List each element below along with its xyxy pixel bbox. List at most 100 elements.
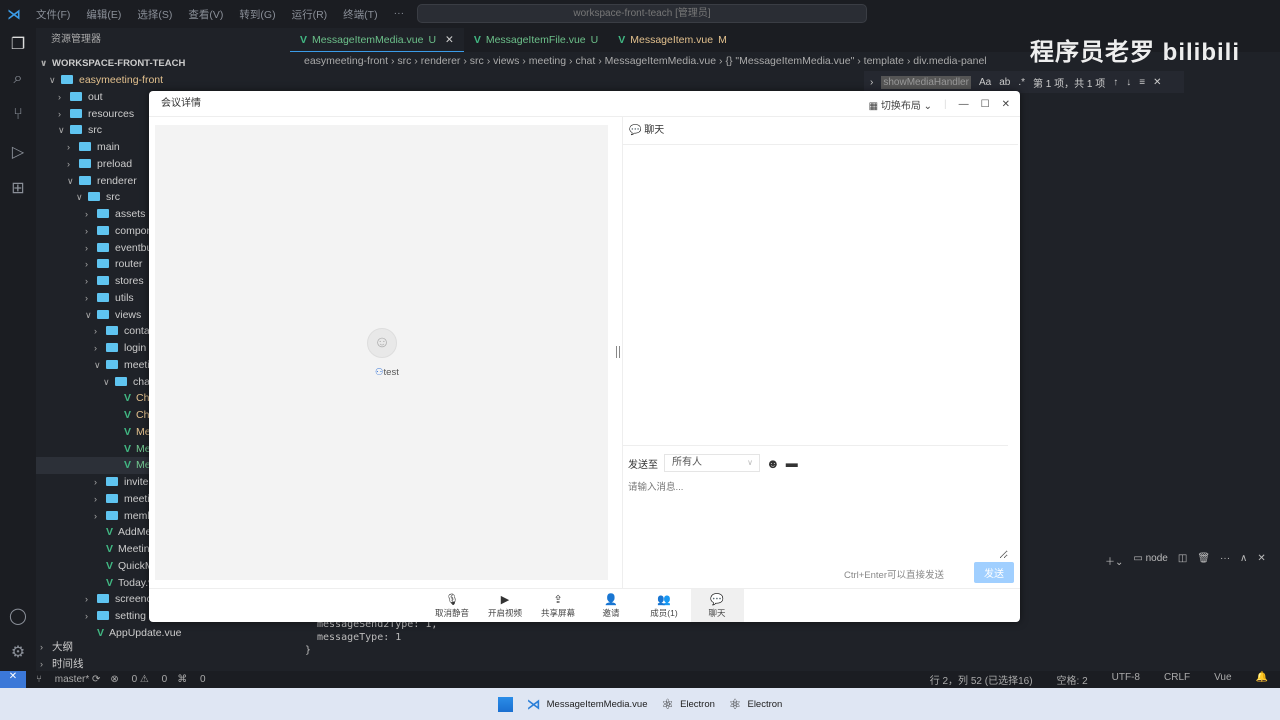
toolbar-invite-button[interactable]: 👤 邀请 [585,589,638,622]
tree-folder[interactable]: ∨ easymeeting-front [36,72,290,89]
trash-icon[interactable]: 🗑 [1197,553,1210,568]
breadcrumb-item[interactable]: easymeeting-front [304,55,388,67]
git-branch[interactable]: ⑂ master* ⟳ [36,674,100,685]
breadcrumb-item[interactable]: {} "MessageItemMedia.vue" [725,55,854,67]
participant-name: ⚇test [375,367,399,378]
indentation[interactable]: 空格: 2 [1057,672,1088,687]
message-input[interactable] [628,479,1008,559]
ports[interactable]: ⌘ 0 [177,674,205,685]
breadcrumb-item[interactable]: src [397,55,411,67]
tab-messageitem-vue[interactable]: V MessageItem.vue M [608,28,737,52]
taskbar-item-vscode[interactable]: ⋊ MessageItemMedia.vue [527,696,648,713]
regex-icon[interactable]: .* [1018,77,1025,88]
toolbar-mic-button[interactable]: 🎙 取消静音 [426,589,479,622]
windows-start-icon[interactable] [497,696,513,712]
close-panel-icon[interactable]: ✕ [1257,553,1265,568]
close-find-icon[interactable]: ✕ [1153,77,1161,88]
outline-section[interactable]: › 大纲 [36,639,290,656]
breadcrumb-item[interactable]: src [470,55,484,67]
breadcrumb-item[interactable]: MessageItemMedia.vue [605,55,716,67]
invite-icon: 👤 [604,594,618,606]
breadcrumb-item[interactable]: meeting [529,55,566,67]
command-center-search[interactable]: workspace-front-teach [管理员] [417,4,867,23]
vue-file-icon: V [124,409,132,421]
breadcrumb-item[interactable]: chat [575,55,595,67]
meeting-window: 会议详情 ▦ 切换布局 ⌄ | — ☐ ✕ ☺ ⚇test 💬 聊天 发送至 所… [149,91,1020,622]
find-selection-icon[interactable]: ≡ [1139,77,1145,88]
shell-label: node [1145,553,1168,564]
send-to-select[interactable]: 所有人 ∨ [664,454,760,472]
breadcrumb-item[interactable]: div.media-panel [913,55,986,67]
menu-item[interactable]: 终端(T) [343,7,377,22]
folder-icon[interactable]: ▬ [786,456,798,470]
breadcrumb-item[interactable]: template [864,55,904,67]
send-button[interactable]: 发送 [974,562,1014,583]
code-editor[interactable]: messageSend2Type: 1, messageType: 1 } [305,618,437,657]
folder-icon [115,376,127,386]
settings-gear-icon[interactable]: ⚙ [8,642,28,662]
video-off-icon: ▶ [500,594,510,606]
extensions-icon[interactable]: ⊞ [8,178,28,198]
split-terminal-icon[interactable]: ◫ [1178,553,1187,568]
whole-word-icon[interactable]: ab [999,77,1010,88]
tab-messageitemfile-vue[interactable]: V MessageItemFile.vue U [464,28,608,52]
maximize-icon[interactable]: ☐ [981,99,990,110]
minimize-icon[interactable]: — [959,99,969,110]
more-icon[interactable]: ··· [1220,553,1230,568]
menu-item[interactable]: 运行(R) [292,7,328,22]
find-input[interactable]: showMediaHandler [881,75,971,89]
close-tab-icon[interactable]: ✕ [442,34,454,46]
taskbar-label: Electron [680,698,715,710]
encoding[interactable]: UTF-8 [1112,672,1140,687]
chevron-right-icon: › [85,276,88,286]
remote-icon[interactable]: ✕ [0,671,26,688]
prev-match-icon[interactable]: ↑ [1113,77,1118,88]
run-debug-icon[interactable]: ▷ [8,142,28,162]
cursor-position[interactable]: 行 2，列 52 (已选择16) [930,672,1033,687]
terminal-shell[interactable]: ▭ node [1133,553,1167,568]
breadcrumb-item[interactable]: views [493,55,519,67]
new-terminal-icon[interactable]: ＋⌄ [1105,553,1123,568]
close-icon[interactable]: ✕ [1002,99,1010,110]
send-to-label: 发送至 [628,459,658,471]
search-icon[interactable]: ⌕ [8,70,28,90]
electron-icon: ⚛ [661,695,675,712]
toolbar-chat-button[interactable]: 💬 聊天 [690,589,744,622]
vue-file-icon: V [124,442,132,455]
menu-item[interactable]: 转到(G) [239,7,275,22]
maximize-panel-icon[interactable]: ∧ [1240,553,1247,568]
folder-icon [79,142,91,151]
language-mode[interactable]: Vue [1214,672,1231,687]
toolbar-video-off-button[interactable]: ▶ 开启视频 [479,589,532,622]
explorer-icon[interactable]: ❐ [8,34,28,54]
chevron-down-icon: ∨ [85,309,92,320]
tab-messageitemmedia-vue[interactable]: V MessageItemMedia.vue U ✕ [290,28,464,52]
line-ending[interactable]: CRLF [1164,672,1190,687]
electron-icon: ⚛ [728,695,742,712]
taskbar-item-electron[interactable]: ⚛ Electron [662,696,715,713]
switch-layout-button[interactable]: ▦ 切换布局 ⌄ [869,97,932,112]
toolbar-share-screen-button[interactable]: ⇪ 共享屏幕 [532,589,585,622]
folder-icon [106,359,118,369]
split-handle[interactable] [616,346,620,358]
taskbar-item-electron[interactable]: ⚛ Electron [729,696,782,713]
next-match-icon[interactable]: ↓ [1126,77,1131,88]
menu-item[interactable]: 编辑(E) [86,7,121,22]
menu-item[interactable]: ··· [394,7,405,22]
tree-label: views [115,308,142,321]
workspace-root[interactable]: ∨ WORKSPACE-FRONT-TEACH [36,55,290,72]
folder-icon [88,192,100,202]
match-case-icon[interactable]: Aa [979,77,991,88]
source-control-icon[interactable]: ⑂ [8,106,28,126]
breadcrumb-item[interactable]: renderer [421,55,461,67]
emoji-icon[interactable]: ☻ [766,456,780,471]
problems[interactable]: ⊗ 0 ⚠ 0 [110,674,167,685]
vscode-icon: ⋊ [526,695,541,712]
switch-layout-label: 切换布局 [880,100,921,112]
notifications-icon[interactable]: 🔔 [1256,672,1268,687]
account-icon[interactable]: ◯ [8,606,28,626]
toolbar-members-button[interactable]: 👥 成员(1) [638,589,691,622]
menu-item[interactable]: 查看(V) [188,7,223,22]
menu-item[interactable]: 选择(S) [137,7,172,22]
menu-item[interactable]: 文件(F) [36,7,70,22]
